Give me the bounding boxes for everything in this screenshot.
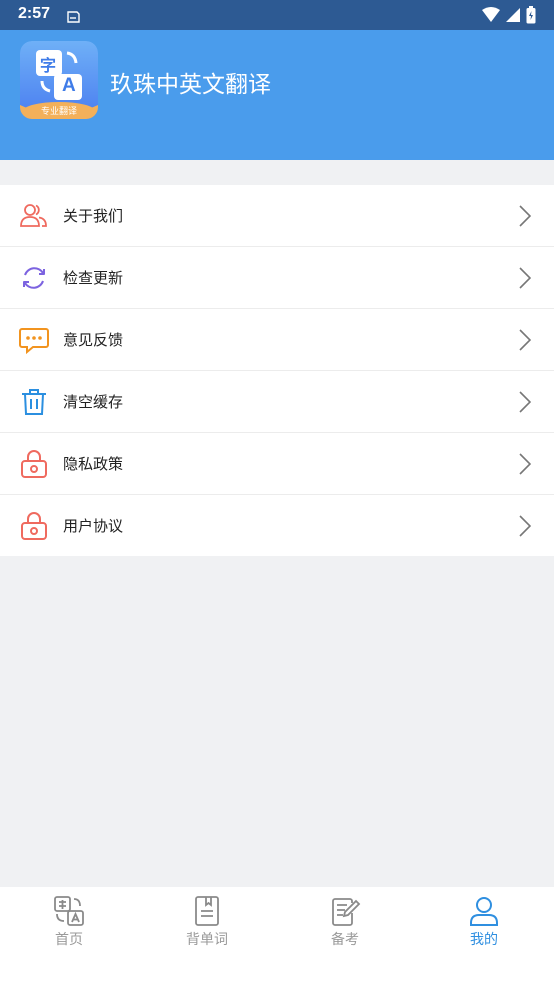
menu-label-check-update: 检查更新 <box>63 269 124 287</box>
tab-label-home: 首页 <box>55 932 83 948</box>
profile-header: 字 A 专业翻译 玖珠中英文翻译 <box>0 30 554 160</box>
tab-vocabulary[interactable]: 背单词 <box>162 895 252 955</box>
menu-label-feedback: 意见反馈 <box>63 331 124 349</box>
battery-icon <box>526 6 536 28</box>
chevron-right-icon <box>519 515 532 537</box>
chevron-right-icon <box>519 205 532 227</box>
app-title: 玖珠中英文翻译 <box>110 72 271 98</box>
settings-menu: 关于我们 检查更新 意见反馈 清空缓存 隐私政策 用户协议 <box>0 185 554 556</box>
app-logo: 字 A 专业翻译 <box>20 41 98 119</box>
menu-item-feedback[interactable]: 意见反馈 <box>0 309 554 371</box>
lock-icon <box>19 511 49 541</box>
status-bar: 2:57 <box>0 0 554 30</box>
tab-exam-prep[interactable]: 备考 <box>300 895 390 955</box>
tab-mine[interactable]: 我的 <box>439 895 529 955</box>
status-icons <box>482 6 536 28</box>
tab-label-vocabulary: 背单词 <box>186 932 228 948</box>
menu-item-check-update[interactable]: 检查更新 <box>0 247 554 309</box>
logo-letter: A <box>62 75 76 96</box>
menu-item-clear-cache[interactable]: 清空缓存 <box>0 371 554 433</box>
edit-document-icon <box>300 895 390 927</box>
bottom-tab-bar: 首页 背单词 备考 我的 <box>0 887 554 984</box>
feedback-icon <box>19 325 49 355</box>
lock-icon <box>19 449 49 479</box>
menu-item-about-us[interactable]: 关于我们 <box>0 185 554 247</box>
logo-badge-text: 专业翻译 <box>40 107 77 117</box>
chevron-right-icon <box>519 329 532 351</box>
menu-label-about-us: 关于我们 <box>63 207 124 225</box>
tab-home[interactable]: 首页 <box>24 895 114 955</box>
menu-label-privacy-policy: 隐私政策 <box>63 455 124 473</box>
translate-icon <box>24 895 114 927</box>
chevron-right-icon <box>519 391 532 413</box>
chevron-right-icon <box>519 267 532 289</box>
trash-icon <box>19 387 49 417</box>
notebook-icon <box>162 895 252 927</box>
menu-label-clear-cache: 清空缓存 <box>63 393 124 411</box>
user-icon <box>439 895 529 927</box>
refresh-icon <box>19 263 49 293</box>
chevron-right-icon <box>519 453 532 475</box>
tab-label-mine: 我的 <box>470 932 498 948</box>
menu-label-user-agreement: 用户协议 <box>63 517 124 535</box>
menu-item-user-agreement[interactable]: 用户协议 <box>0 495 554 556</box>
users-icon <box>19 201 49 231</box>
status-time: 2:57 <box>18 5 51 22</box>
tab-label-exam-prep: 备考 <box>331 932 359 948</box>
logo-char: 字 <box>40 56 57 75</box>
cell-signal-icon <box>506 7 520 27</box>
menu-item-privacy-policy[interactable]: 隐私政策 <box>0 433 554 495</box>
storage-notification-icon <box>66 8 80 27</box>
wifi-icon <box>482 7 500 27</box>
